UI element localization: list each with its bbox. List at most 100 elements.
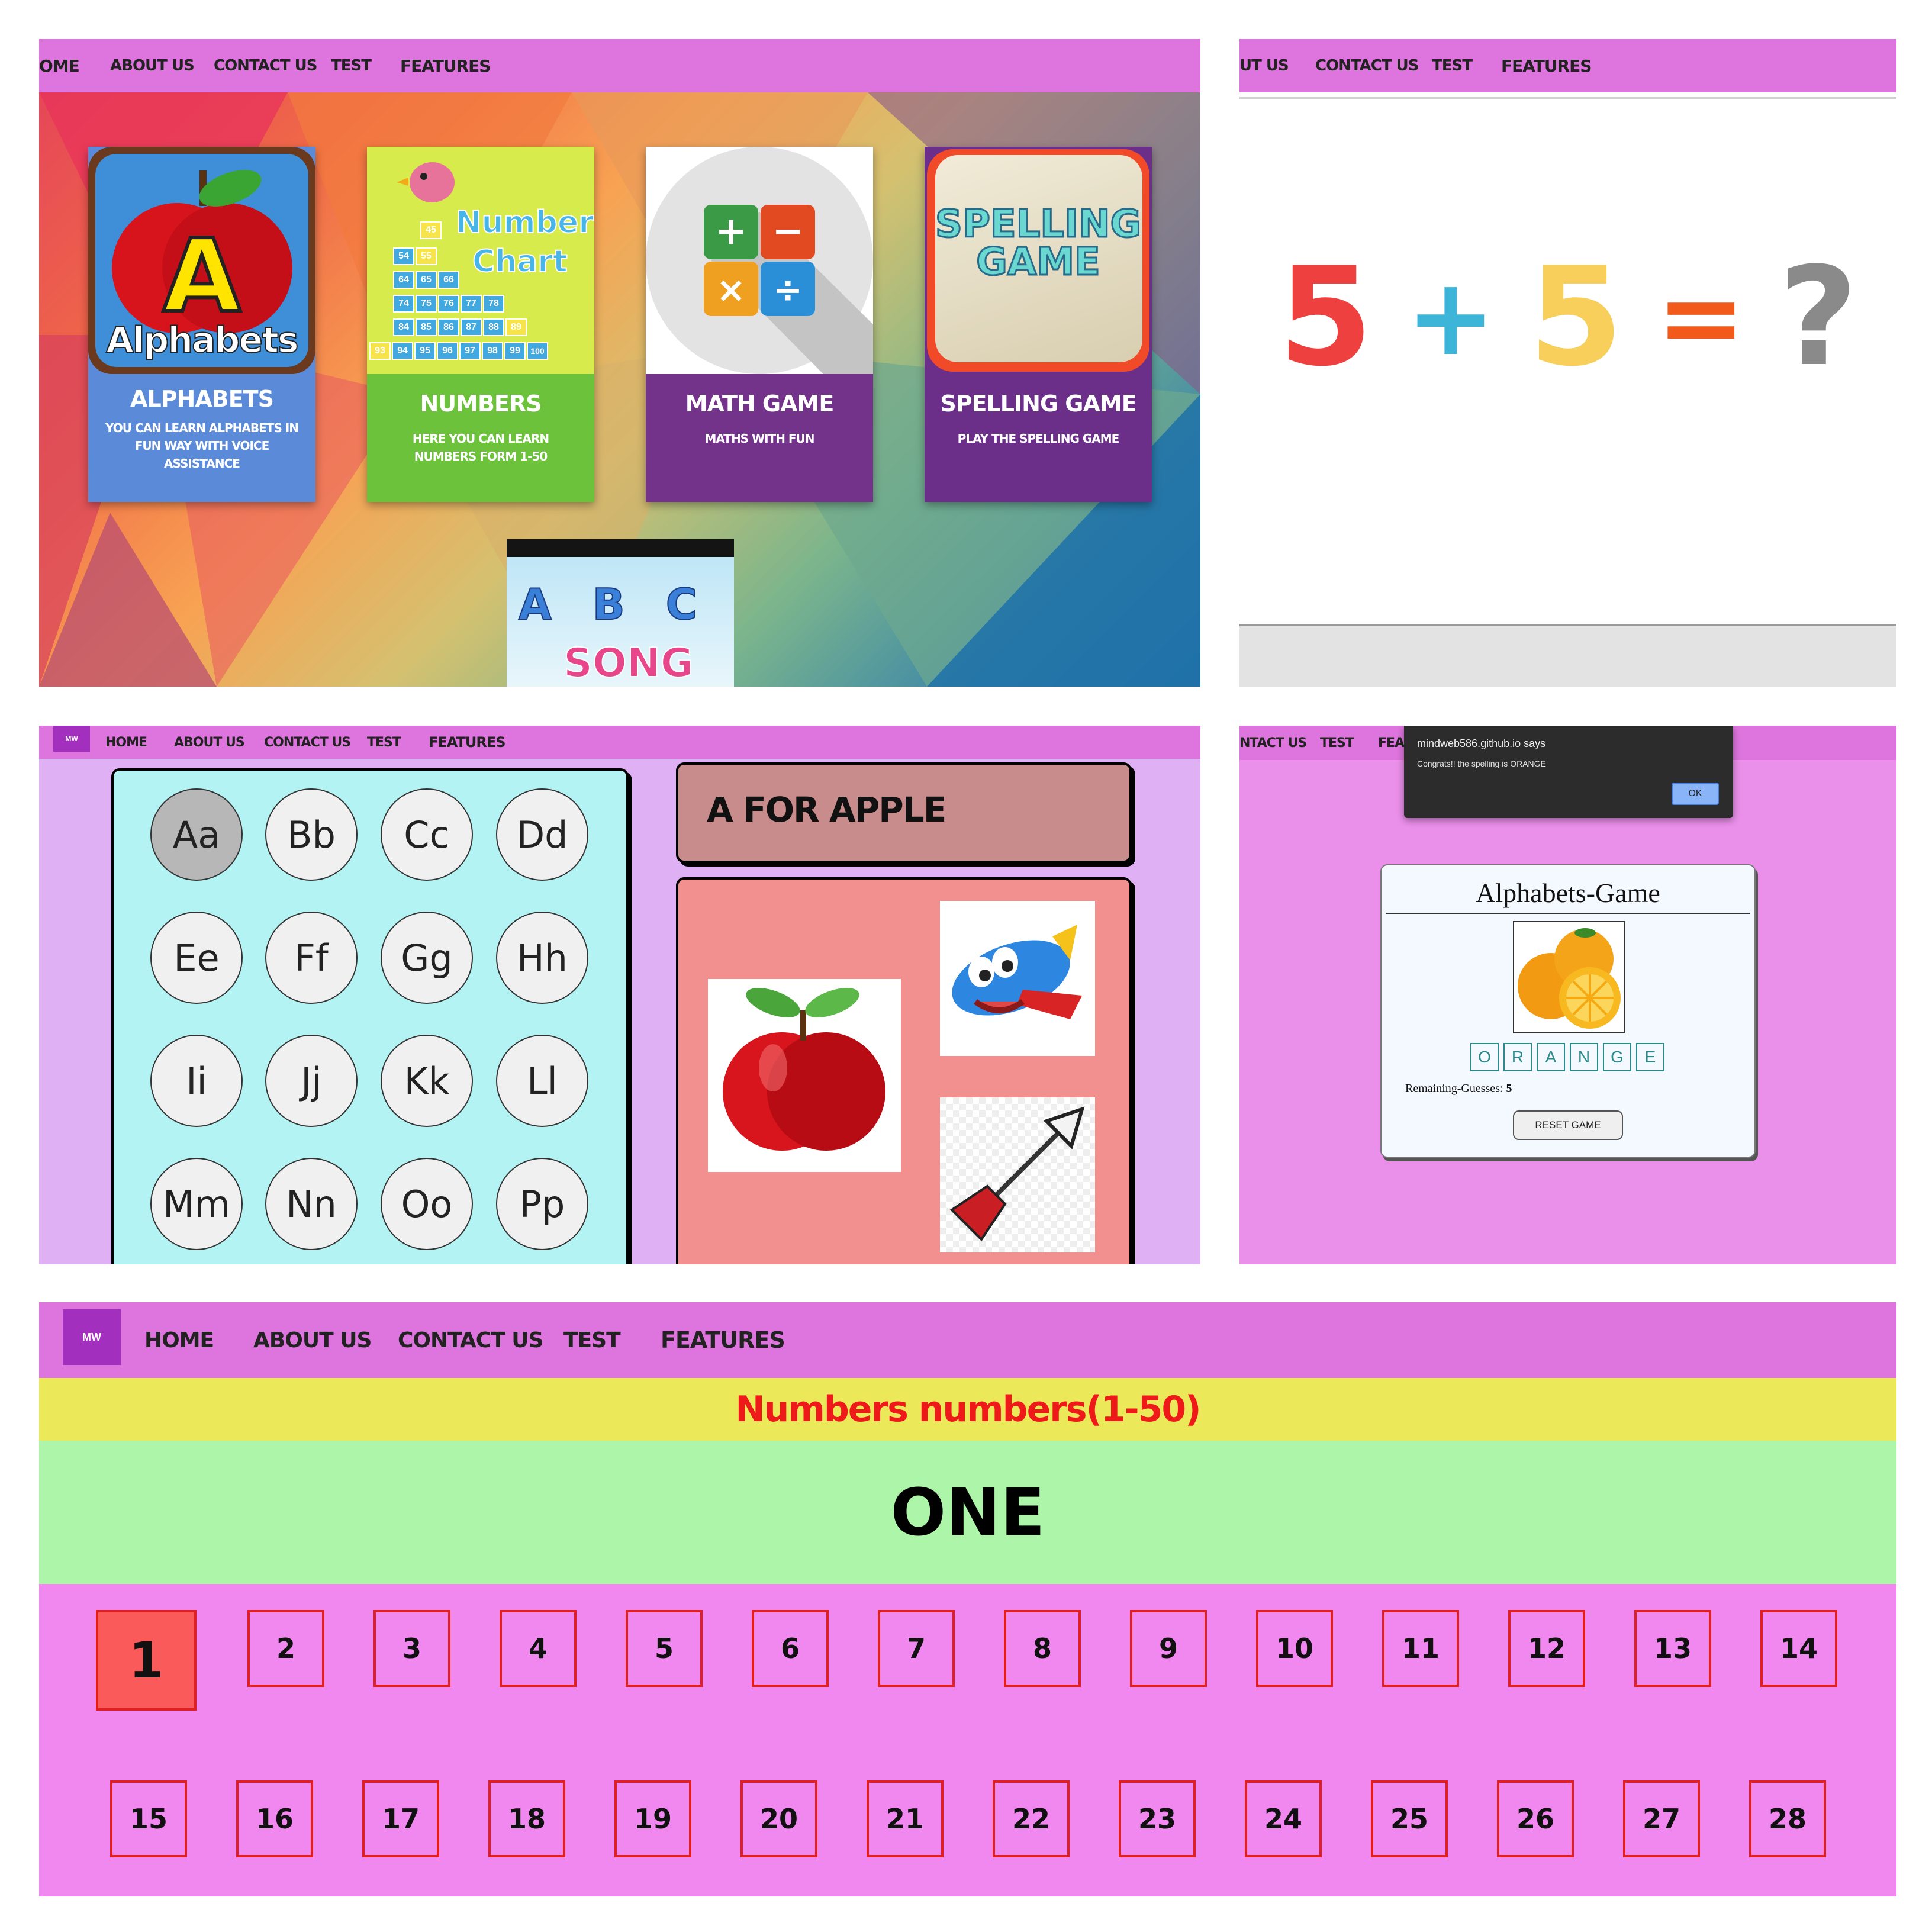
- nav-about[interactable]: About us: [174, 735, 245, 750]
- logo[interactable]: MW: [63, 1309, 121, 1365]
- song-word: SONG: [563, 639, 694, 687]
- letter-button[interactable]: Dd: [496, 788, 588, 881]
- nav-contact[interactable]: Contact us: [1315, 57, 1419, 75]
- number-button[interactable]: 7: [878, 1610, 955, 1687]
- number-button[interactable]: 24: [1245, 1780, 1322, 1857]
- number-button[interactable]: 2: [247, 1610, 324, 1687]
- number-button[interactable]: 6: [752, 1610, 829, 1687]
- apple-icon: [723, 988, 886, 1151]
- letter-button[interactable]: Ff: [265, 912, 358, 1004]
- letter-button[interactable]: Kk: [381, 1035, 473, 1127]
- nav-features[interactable]: FEA: [1378, 736, 1405, 751]
- nav-test[interactable]: Test: [1432, 57, 1473, 75]
- number-button[interactable]: 4: [500, 1610, 577, 1687]
- number-word: ONE: [890, 1474, 1045, 1550]
- letter-button[interactable]: Ii: [150, 1035, 243, 1127]
- nav-home[interactable]: Home: [144, 1328, 214, 1353]
- number-button[interactable]: 15: [110, 1780, 187, 1857]
- letter-heading-box: A FOR APPLE: [676, 762, 1132, 863]
- card-math-game[interactable]: + − × ÷ Math Game Maths with fun: [646, 147, 873, 502]
- logo-text: MW: [82, 1331, 101, 1343]
- card-numbers[interactable]: Number Chart 45 54 55 64 65 66 74 75 76 …: [367, 147, 594, 502]
- letter-button[interactable]: Mm: [150, 1158, 243, 1250]
- chart-cell: 45: [420, 221, 442, 239]
- letter-button[interactable]: Gg: [381, 912, 473, 1004]
- nav-features[interactable]: Features: [400, 56, 491, 76]
- card-title: Numbers: [420, 391, 542, 417]
- letter-button[interactable]: Jj: [265, 1035, 358, 1127]
- nav-features[interactable]: Features: [429, 734, 506, 751]
- chart-cell: 74: [393, 295, 414, 313]
- arrow-icon: [949, 1106, 1085, 1242]
- number-button[interactable]: 12: [1508, 1610, 1585, 1687]
- number-button[interactable]: 26: [1497, 1780, 1574, 1857]
- nav-contact[interactable]: Contact us: [214, 57, 317, 75]
- number-button[interactable]: 17: [362, 1780, 439, 1857]
- number-button[interactable]: 16: [236, 1780, 313, 1857]
- nav-test[interactable]: Test: [564, 1328, 621, 1353]
- letter-button[interactable]: Bb: [265, 788, 358, 881]
- number-button[interactable]: 8: [1004, 1610, 1081, 1687]
- letter-button[interactable]: Pp: [496, 1158, 588, 1250]
- number-button[interactable]: 20: [740, 1780, 817, 1857]
- nav-about[interactable]: About us: [110, 57, 195, 75]
- letter-tile: R: [1503, 1043, 1532, 1071]
- nav-about[interactable]: About us: [253, 1328, 372, 1353]
- number-button[interactable]: 13: [1634, 1610, 1711, 1687]
- chart-cell: 55: [416, 247, 437, 265]
- chart-cell: 99: [504, 342, 526, 360]
- nav-about[interactable]: UT US: [1239, 57, 1289, 75]
- number-button[interactable]: 9: [1130, 1610, 1207, 1687]
- number-button[interactable]: 11: [1382, 1610, 1459, 1687]
- card-abc-song[interactable]: A B C SONG: [507, 539, 734, 687]
- letter-button[interactable]: Ll: [496, 1035, 588, 1127]
- number-button[interactable]: 23: [1119, 1780, 1196, 1857]
- chart-cell: 54: [393, 247, 414, 265]
- nav-contact[interactable]: Contact us: [264, 735, 351, 750]
- card-alphabets[interactable]: A Alphabets Alphabets You can learn alph…: [88, 147, 315, 502]
- letter-button[interactable]: Cc: [381, 788, 473, 881]
- chart-cell: 76: [438, 295, 459, 313]
- chart-cell: 65: [416, 271, 437, 289]
- nav-home[interactable]: ome: [39, 56, 80, 76]
- chart-cell: 78: [483, 295, 504, 313]
- chart-cell: 95: [414, 342, 436, 360]
- number-button[interactable]: 5: [626, 1610, 703, 1687]
- number-button[interactable]: 22: [993, 1780, 1070, 1857]
- nav-home[interactable]: Home: [105, 735, 147, 750]
- letter-button[interactable]: Oo: [381, 1158, 473, 1250]
- number-button[interactable]: 18: [488, 1780, 565, 1857]
- number-button[interactable]: 27: [1623, 1780, 1700, 1857]
- number-button[interactable]: 14: [1760, 1610, 1837, 1687]
- number-button[interactable]: 25: [1371, 1780, 1448, 1857]
- equation-operand-1: 5: [1278, 238, 1373, 397]
- chart-cell: 98: [482, 342, 503, 360]
- number-button[interactable]: 10: [1256, 1610, 1333, 1687]
- number-button-selected[interactable]: 1: [96, 1610, 197, 1711]
- number-button[interactable]: 3: [373, 1610, 450, 1687]
- nav-contact[interactable]: Contact us: [398, 1328, 543, 1353]
- chart-cell: 100: [527, 342, 548, 360]
- nav-features[interactable]: Features: [661, 1327, 785, 1353]
- number-button[interactable]: 28: [1749, 1780, 1826, 1857]
- card-spelling-game[interactable]: SPELLING GAME Spelling Game Play the spe…: [925, 147, 1152, 502]
- card-description: Here you can learn numbers form 1-50: [412, 432, 549, 463]
- letter-button[interactable]: Nn: [265, 1158, 358, 1250]
- nav-test[interactable]: Test: [367, 735, 401, 750]
- chart-cell: 66: [438, 271, 459, 289]
- nav-features[interactable]: Features: [1501, 56, 1592, 76]
- letter-images-box: [676, 877, 1132, 1264]
- number-button[interactable]: 21: [867, 1780, 944, 1857]
- logo[interactable]: MW: [53, 726, 90, 752]
- number-button[interactable]: 19: [614, 1780, 691, 1857]
- nav-test[interactable]: Test: [1320, 736, 1354, 751]
- letter-button[interactable]: Aa: [150, 788, 243, 881]
- letter-button[interactable]: Hh: [496, 912, 588, 1004]
- game-title: Alphabets-Game: [1476, 878, 1660, 908]
- letter-button[interactable]: Ee: [150, 912, 243, 1004]
- reset-game-button[interactable]: RESET GAME: [1513, 1110, 1623, 1140]
- nav-test[interactable]: Test: [331, 57, 372, 75]
- nav-contact[interactable]: NTACT US: [1239, 736, 1307, 751]
- letter-tile: O: [1470, 1043, 1499, 1071]
- alert-ok-button[interactable]: OK: [1672, 783, 1719, 805]
